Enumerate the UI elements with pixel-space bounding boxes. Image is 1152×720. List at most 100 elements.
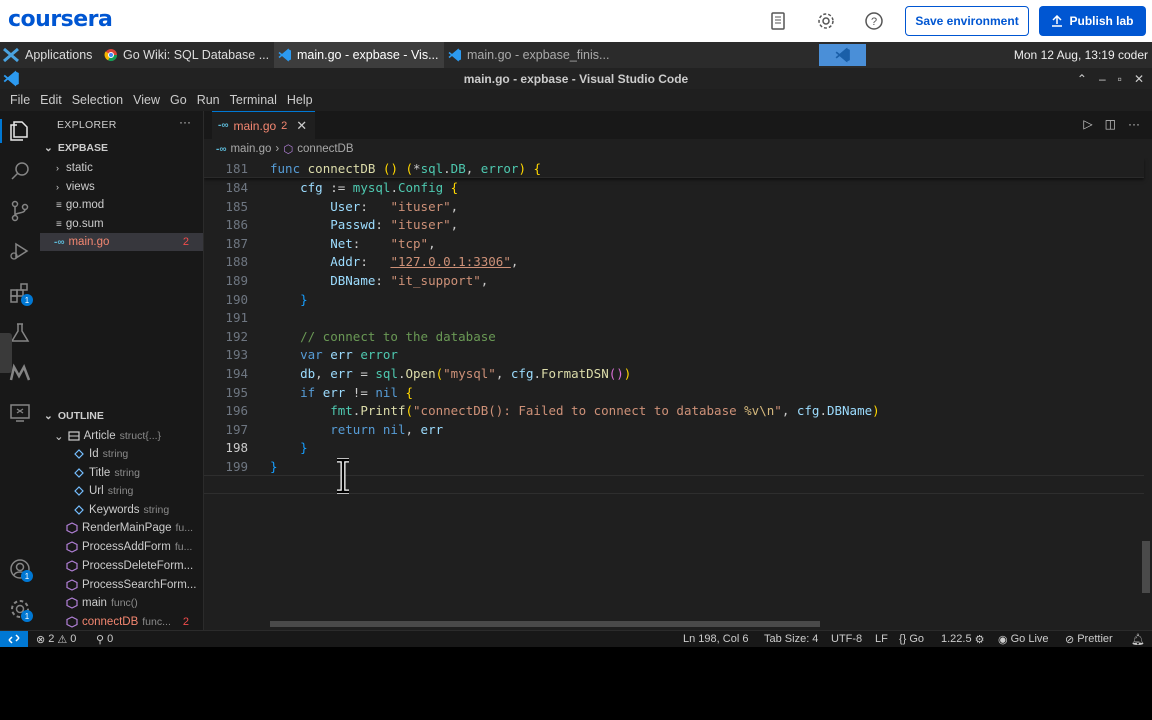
tree-label: main.go <box>68 236 110 248</box>
editor-tab-main-go[interactable]: -∞ main.go 2 ✕ <box>212 111 315 139</box>
go-version[interactable]: 1.22.5 ⚙ <box>941 631 984 647</box>
outline-item[interactable]: main func() <box>40 594 203 612</box>
function-icon <box>66 541 78 553</box>
cursor-position[interactable]: Ln 198, Col 6 <box>683 631 748 647</box>
outline-item[interactable]: Url string <box>40 482 203 500</box>
search-icon[interactable] <box>8 159 32 183</box>
menu-file[interactable]: File <box>5 93 35 107</box>
publish-lab-button[interactable]: Publish lab <box>1039 6 1146 36</box>
outline-item[interactable]: ProcessSearchForm... <box>40 576 203 594</box>
function-icon <box>66 579 78 591</box>
prettier[interactable]: ⊘ Prettier <box>1065 631 1113 647</box>
notes-icon[interactable] <box>768 11 788 31</box>
code-line[interactable]: 186 Passwd: "ituser", <box>204 215 1144 234</box>
outline-item-label: Keywords <box>89 504 140 516</box>
close-icon[interactable]: ✕ <box>296 118 307 134</box>
outline-section-header[interactable]: ⌄ OUTLINE <box>44 410 104 422</box>
code-line[interactable]: 190 } <box>204 290 1144 309</box>
menu-run[interactable]: Run <box>192 93 225 107</box>
code-line[interactable]: 189 DBName: "it_support", <box>204 271 1144 290</box>
line-code: return nil, err <box>330 421 444 437</box>
split-editor-icon[interactable]: ◫ <box>1105 117 1116 131</box>
menu-terminal[interactable]: Terminal <box>225 93 282 107</box>
help-icon[interactable]: ? <box>864 11 884 31</box>
applications-menu[interactable]: Applications <box>2 42 98 68</box>
code-editor[interactable]: 182 var db *sql.DB183184 cfg := mysql.Co… <box>204 158 1152 618</box>
tree-file-go-sum[interactable]: ≡ go.sum <box>40 215 203 233</box>
window-maximize-icon[interactable]: ▫ <box>1118 72 1122 86</box>
outline-item-label: Url <box>89 485 104 497</box>
code-line[interactable]: 187 Net: "tcp", <box>204 234 1144 253</box>
tab-label: main.go <box>233 118 277 133</box>
menu-view[interactable]: View <box>128 93 165 107</box>
code-line[interactable]: 185 User: "ituser", <box>204 197 1144 216</box>
remote-indicator[interactable] <box>0 631 28 647</box>
chevron-right-icon: › <box>56 163 59 173</box>
explorer-root-folder[interactable]: ⌄ EXPBASE <box>44 142 108 154</box>
outline-item[interactable]: Title string <box>40 464 203 482</box>
source-control-icon[interactable] <box>8 199 32 223</box>
encoding[interactable]: UTF-8 <box>831 631 862 647</box>
taskbar-tab-chrome[interactable]: Go Wiki: SQL Database ... <box>104 42 272 68</box>
side-panel-handle[interactable] <box>0 333 12 373</box>
code-line[interactable]: 196 fmt.Printf("connectDB(): Failed to c… <box>204 401 1144 420</box>
run-debug-icon[interactable] <box>8 239 32 263</box>
outline-item[interactable]: Id string <box>40 445 203 463</box>
outline-item-label: main <box>82 597 107 609</box>
explorer-more-button[interactable]: ··· <box>179 115 191 129</box>
more-actions-icon[interactable]: ··· <box>1128 117 1140 131</box>
explorer-files-icon[interactable] <box>8 119 32 143</box>
tab-size[interactable]: Tab Size: 4 <box>764 631 818 647</box>
horizontal-scrollbar[interactable] <box>270 621 820 627</box>
problems-indicator[interactable]: ⊗ 2 ⚠ 0 <box>36 631 76 647</box>
code-line[interactable]: 195 if err != nil { <box>204 383 1144 402</box>
code-line[interactable]: 192 // connect to the database <box>204 327 1144 346</box>
tree-file-main-go[interactable]: -∞ main.go 2 <box>40 233 203 251</box>
outline-item[interactable]: ProcessDeleteForm... <box>40 557 203 575</box>
taskbar-tab-vscode[interactable]: main.go - expbase - Vis... <box>274 42 444 68</box>
outline-item-type: struct{...} <box>119 430 162 442</box>
code-line[interactable]: 198 } <box>204 439 1144 458</box>
code-line[interactable]: 191 <box>204 308 1144 327</box>
vscode-window-icon <box>3 70 19 87</box>
end-of-line[interactable]: LF <box>875 631 888 647</box>
outline-item[interactable]: ProcessAddForm fu... <box>40 538 203 556</box>
window-shade-icon[interactable]: ⌃ <box>1077 72 1087 86</box>
language-mode[interactable]: {} Go <box>899 631 924 647</box>
run-icon[interactable]: ▷ <box>1083 117 1092 131</box>
outline-item[interactable]: ⌄ Article struct{...} <box>40 427 203 445</box>
vertical-scrollbar[interactable] <box>1142 541 1150 593</box>
code-line[interactable]: 193 var err error <box>204 346 1144 365</box>
menu-edit[interactable]: Edit <box>35 93 67 107</box>
ports-indicator[interactable]: ⚲ 0 <box>96 631 113 647</box>
menu-go[interactable]: Go <box>165 93 192 107</box>
tree-folder-views[interactable]: › views <box>40 178 203 196</box>
code-line[interactable]: 197 return nil, err <box>204 420 1144 439</box>
code-line[interactable]: 194 db, err = sql.Open("mysql", cfg.Form… <box>204 364 1144 383</box>
outline-item[interactable]: RenderMainPage fu... <box>40 519 203 537</box>
coursera-logo[interactable]: coursera <box>8 7 113 32</box>
outline-item[interactable]: connectDB func... 2 <box>40 613 203 631</box>
breadcrumb-file[interactable]: main.go <box>230 143 271 155</box>
code-line[interactable]: 184 cfg := mysql.Config { <box>204 178 1144 197</box>
svg-text:?: ? <box>871 16 877 28</box>
go-live[interactable]: ◉ Go Live <box>998 631 1049 647</box>
notifications-icon[interactable]: 🔔︎ <box>1131 631 1145 647</box>
window-close-icon[interactable]: ✕ <box>1134 72 1144 86</box>
taskbar-tab-label: Go Wiki: SQL Database ... <box>123 48 270 62</box>
vscode-icon <box>278 48 291 62</box>
outline-item[interactable]: Keywords string <box>40 501 203 519</box>
menu-help[interactable]: Help <box>282 93 318 107</box>
taskbar-tab-vscode-2[interactable]: main.go - expbase_finis... <box>448 42 616 68</box>
window-minimize-icon[interactable]: ‒ <box>1099 72 1106 86</box>
remote-explorer-icon[interactable] <box>8 401 32 425</box>
code-line[interactable]: 188 Addr: "127.0.0.1:3306", <box>204 253 1144 272</box>
taskbar-vscode-launcher[interactable] <box>819 44 866 66</box>
menu-selection[interactable]: Selection <box>67 93 128 107</box>
settings-gear-icon[interactable] <box>816 11 836 31</box>
sticky-scroll-header[interactable]: 181 func connectDB () (*sql.DB, error) { <box>204 158 1144 178</box>
save-environment-button[interactable]: Save environment <box>905 6 1029 36</box>
tree-folder-static[interactable]: › static <box>40 159 203 177</box>
tree-file-go-mod[interactable]: ≡ go.mod <box>40 196 203 214</box>
breadcrumb-symbol[interactable]: connectDB <box>297 143 353 155</box>
